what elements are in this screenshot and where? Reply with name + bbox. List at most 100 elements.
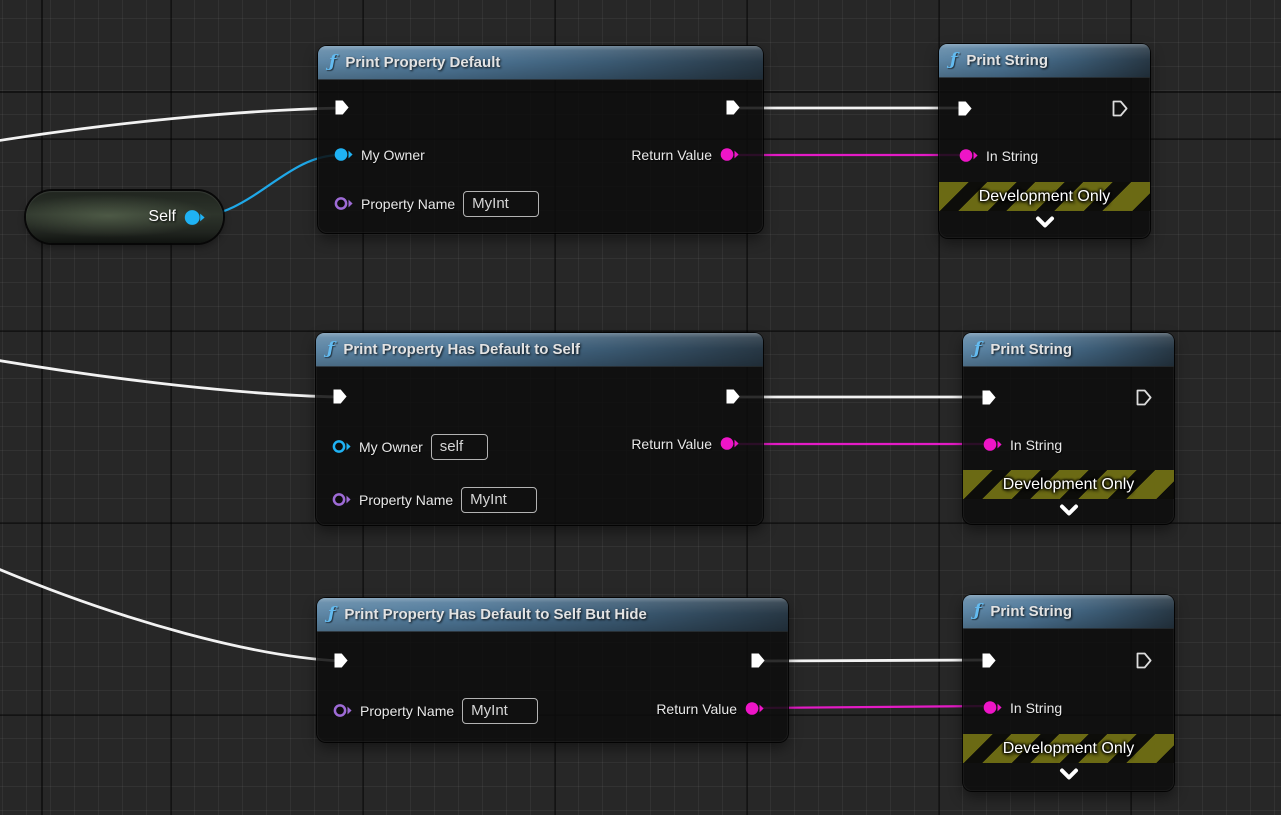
development-only-banner: Development Only [939, 182, 1150, 211]
property-name-input[interactable]: MyInt [461, 487, 537, 513]
node-print-string-top[interactable]: ƒ Print String In String Development Onl… [939, 44, 1150, 238]
exec-pin-icon [1136, 389, 1152, 406]
wire-exec-hide-to-print-string[interactable] [758, 660, 989, 661]
exec-out-pin[interactable] [750, 652, 766, 669]
node-print-property-hide[interactable]: ƒ Print Property Has Default to Self But… [317, 598, 788, 742]
string-pin-icon [720, 436, 739, 451]
node-header[interactable]: ƒ Print String [963, 595, 1174, 629]
node-print-string-middle[interactable]: ƒ Print String In String Development Onl… [963, 333, 1174, 524]
in-string-string-pin[interactable] [983, 700, 1002, 715]
pin-label-in-string: In String [1010, 700, 1062, 716]
name-pin-icon [334, 196, 353, 211]
exec-in-pin[interactable] [333, 652, 349, 669]
pin-label-in-string: In String [1010, 437, 1062, 453]
exec-in-pin[interactable] [334, 99, 350, 116]
pin-label-return-value: Return Value [656, 701, 737, 717]
node-print-property-default[interactable]: ƒ Print Property Default My Owner Return… [318, 46, 763, 233]
function-icon: ƒ [974, 341, 981, 358]
my-owner-object-pin[interactable] [332, 439, 351, 454]
node-self[interactable]: Self [26, 191, 223, 243]
exec-pin-icon [334, 99, 350, 116]
name-pin-icon [332, 492, 351, 507]
exec-pin-icon [981, 652, 997, 669]
exec-out-pin[interactable] [1136, 652, 1152, 669]
node-title: Print Property Has Default to Self But H… [344, 606, 647, 623]
wire-exec-into-print-property-hide[interactable] [0, 568, 341, 661]
property-name-name-pin[interactable] [334, 196, 353, 211]
function-icon: ƒ [974, 603, 981, 620]
chevron-down-icon [1034, 216, 1056, 229]
property-name-name-pin[interactable] [332, 492, 351, 507]
string-pin-icon [745, 701, 764, 716]
node-header[interactable]: ƒ Print Property Has Default to Self But… [317, 598, 788, 632]
development-only-text: Development Only [1003, 476, 1135, 494]
property-name-name-pin[interactable] [333, 703, 352, 718]
in-string-string-pin[interactable] [983, 437, 1002, 452]
node-header[interactable]: ƒ Print String [963, 333, 1174, 367]
name-pin-icon [333, 703, 352, 718]
expand-node-button[interactable] [1058, 504, 1080, 517]
function-icon: ƒ [328, 606, 335, 623]
in-string-string-pin[interactable] [959, 148, 978, 163]
string-pin-icon [959, 148, 978, 163]
exec-pin-icon [957, 100, 973, 117]
expand-node-button[interactable] [1058, 768, 1080, 781]
pin-label-property-name: Property Name [359, 492, 453, 508]
graph-canvas[interactable]: Self ƒ Print Property Default My Owner R… [0, 0, 1281, 815]
node-print-property-has-default[interactable]: ƒ Print Property Has Default to Self My … [316, 333, 763, 525]
pin-label-property-name: Property Name [360, 703, 454, 719]
wire-exec-into-print-property-has-default[interactable] [0, 360, 340, 397]
function-icon: ƒ [329, 54, 336, 71]
pin-label-return-value: Return Value [631, 147, 712, 163]
exec-pin-icon [981, 389, 997, 406]
node-title: Print Property Has Default to Self [343, 341, 580, 358]
object-pin-icon [332, 439, 351, 454]
node-header[interactable]: ƒ Print Property Has Default to Self [316, 333, 763, 367]
exec-out-pin[interactable] [1112, 100, 1128, 117]
string-pin-icon [983, 700, 1002, 715]
node-print-string-bottom[interactable]: ƒ Print String In String Development Onl… [963, 595, 1174, 791]
node-title: Print String [990, 603, 1072, 620]
my-owner-object-pin[interactable] [334, 147, 353, 162]
node-header[interactable]: ƒ Print String [939, 44, 1150, 78]
return-value-string-pin[interactable] [720, 436, 739, 451]
pin-label-my-owner: My Owner [359, 439, 423, 455]
exec-in-pin[interactable] [332, 388, 348, 405]
function-icon: ƒ [327, 341, 334, 358]
node-title: Print String [990, 341, 1072, 358]
return-value-string-pin[interactable] [720, 147, 739, 162]
exec-in-pin[interactable] [957, 100, 973, 117]
function-icon: ƒ [950, 52, 957, 69]
exec-out-pin[interactable] [725, 99, 741, 116]
pin-label-my-owner: My Owner [361, 147, 425, 163]
object-pin-icon [334, 147, 353, 162]
exec-pin-icon [333, 652, 349, 669]
object-pin-icon [184, 209, 205, 226]
pin-label-return-value: Return Value [631, 436, 712, 452]
object-out-pin[interactable] [184, 209, 205, 226]
exec-pin-icon [725, 99, 741, 116]
my-owner-input[interactable]: self [431, 434, 488, 460]
exec-in-pin[interactable] [981, 652, 997, 669]
development-only-banner: Development Only [963, 734, 1174, 763]
chevron-down-icon [1058, 768, 1080, 781]
property-name-input[interactable]: MyInt [463, 191, 539, 217]
self-node-label: Self [148, 208, 176, 226]
exec-pin-icon [1112, 100, 1128, 117]
pin-label-in-string: In String [986, 148, 1038, 164]
exec-in-pin[interactable] [981, 389, 997, 406]
exec-pin-icon [750, 652, 766, 669]
chevron-down-icon [1058, 504, 1080, 517]
pin-label-property-name: Property Name [361, 196, 455, 212]
development-only-banner: Development Only [963, 470, 1174, 499]
return-value-string-pin[interactable] [745, 701, 764, 716]
exec-out-pin[interactable] [725, 388, 741, 405]
node-title: Print String [966, 52, 1048, 69]
node-header[interactable]: ƒ Print Property Default [318, 46, 763, 80]
exec-out-pin[interactable] [1136, 389, 1152, 406]
expand-node-button[interactable] [1034, 216, 1056, 229]
string-pin-icon [720, 147, 739, 162]
development-only-text: Development Only [1003, 740, 1135, 758]
property-name-input[interactable]: MyInt [462, 698, 538, 724]
wire-exec-into-print-property-default[interactable] [0, 108, 342, 141]
